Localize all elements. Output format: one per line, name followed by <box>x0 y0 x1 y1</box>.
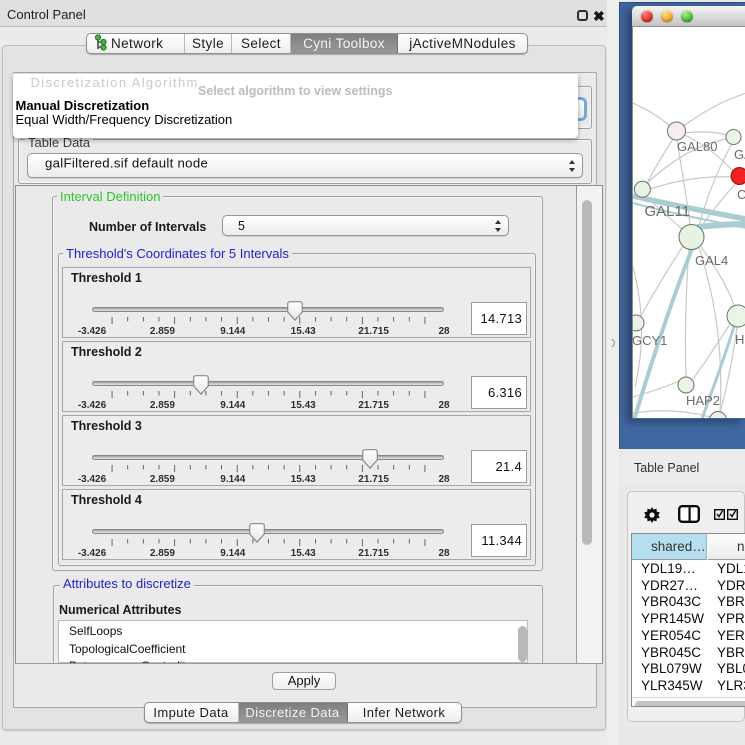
svg-text:GAL11: GAL11 <box>645 203 691 220</box>
svg-text:GAL80: GAL80 <box>677 139 717 154</box>
svg-text:GAL4: GAL4 <box>695 253 728 268</box>
svg-text:C: C <box>737 187 745 202</box>
svg-text:GCY1: GCY1 <box>633 333 667 348</box>
svg-text:H: H <box>735 332 744 347</box>
svg-text:HAP2: HAP2 <box>686 393 720 408</box>
svg-text:GA: GA <box>734 147 745 162</box>
